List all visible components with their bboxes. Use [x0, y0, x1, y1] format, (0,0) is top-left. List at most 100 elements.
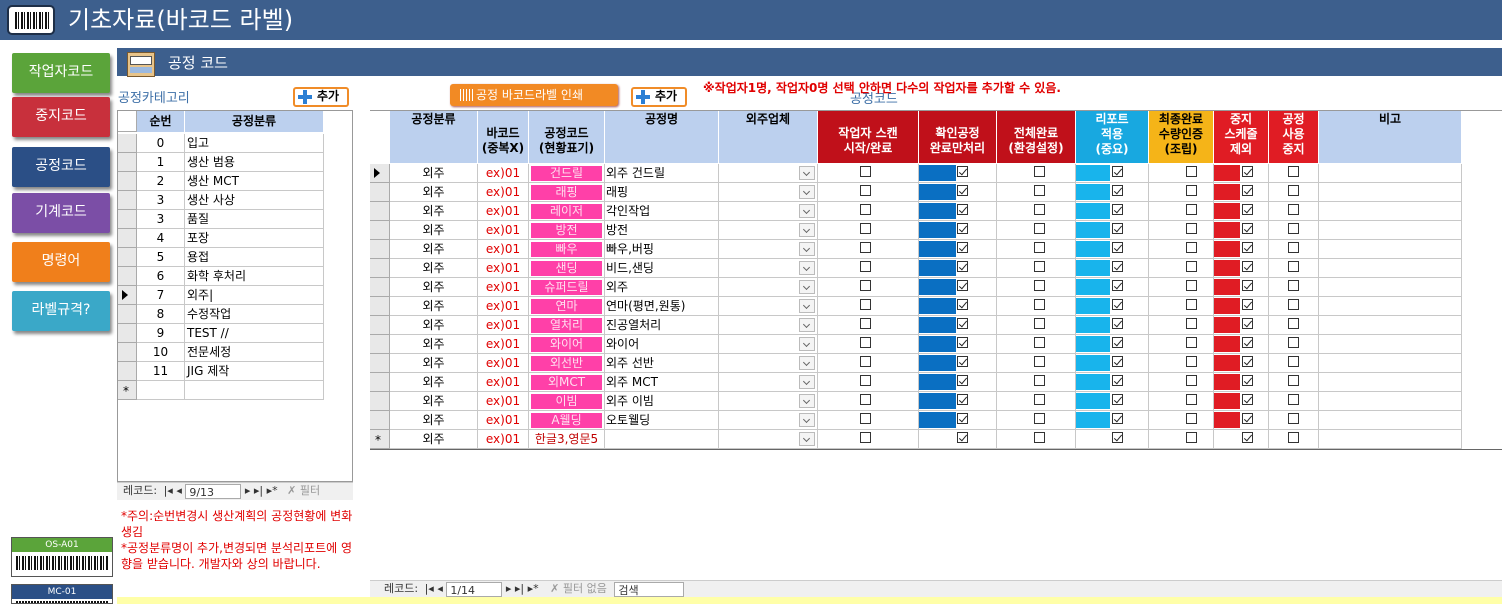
- new-row[interactable]: *: [118, 381, 324, 400]
- checkbox[interactable]: [1034, 242, 1045, 253]
- unused-cell[interactable]: [1269, 297, 1319, 316]
- category-cell[interactable]: 외주: [390, 278, 478, 297]
- row-selector[interactable]: [118, 229, 137, 248]
- category-cell[interactable]: 외주: [390, 297, 478, 316]
- chevron-down-icon[interactable]: [799, 413, 815, 427]
- all-done-cell[interactable]: [997, 392, 1076, 411]
- table-row[interactable]: 외주 ex)01 래핑 래핑: [370, 183, 1462, 202]
- report-cell[interactable]: [1076, 183, 1149, 202]
- filter-icon[interactable]: ✗: [287, 484, 296, 497]
- prev-record-icon[interactable]: ◂: [437, 582, 443, 595]
- checkbox[interactable]: [1242, 432, 1253, 443]
- checkbox[interactable]: [1186, 394, 1197, 405]
- unused-cell[interactable]: [1269, 183, 1319, 202]
- all-done-cell[interactable]: [997, 240, 1076, 259]
- category-cell[interactable]: 외주|: [185, 286, 324, 305]
- confirm-cell[interactable]: [919, 430, 997, 449]
- name-cell[interactable]: 외주 건드릴: [605, 164, 719, 183]
- checkbox[interactable]: [1112, 261, 1123, 272]
- name-cell[interactable]: 각인작업: [605, 202, 719, 221]
- table-row[interactable]: 5 용접: [118, 248, 324, 267]
- checkbox[interactable]: [1034, 375, 1045, 386]
- checkbox[interactable]: [957, 432, 968, 443]
- vendor-cell[interactable]: [719, 354, 818, 373]
- checkbox[interactable]: [1288, 337, 1299, 348]
- vendor-cell[interactable]: [719, 373, 818, 392]
- checkbox[interactable]: [1034, 204, 1045, 215]
- process-record-position[interactable]: 1/14: [446, 582, 503, 597]
- code-cell[interactable]: 외MCT: [529, 373, 605, 392]
- seq-cell[interactable]: 2: [137, 172, 185, 191]
- checkbox[interactable]: [1186, 299, 1197, 310]
- print-barcode-button[interactable]: 공정 바코드라벨 인쇄: [450, 84, 618, 106]
- scan-cell[interactable]: [818, 430, 919, 449]
- chevron-down-icon[interactable]: [799, 242, 815, 256]
- row-selector[interactable]: [118, 191, 137, 210]
- checkbox[interactable]: [1112, 166, 1123, 177]
- category-cell[interactable]: 화학 후처리: [185, 267, 324, 286]
- all-done-cell[interactable]: [997, 354, 1076, 373]
- nav-button-0[interactable]: 작업자코드: [12, 53, 110, 93]
- chevron-down-icon[interactable]: [799, 318, 815, 332]
- scan-cell[interactable]: [818, 316, 919, 335]
- code-cell[interactable]: 연마: [529, 297, 605, 316]
- checkbox[interactable]: [1242, 223, 1253, 234]
- checkbox[interactable]: [957, 299, 968, 310]
- seq-cell[interactable]: 0: [137, 134, 185, 153]
- checkbox[interactable]: [957, 261, 968, 272]
- table-row[interactable]: 외주 ex)01 이빔 외주 이빔: [370, 392, 1462, 411]
- checkbox[interactable]: [1288, 204, 1299, 215]
- vendor-cell[interactable]: [719, 411, 818, 430]
- table-row[interactable]: 4 포장: [118, 229, 324, 248]
- table-row[interactable]: 외주 ex)01 외선반 외주 선반: [370, 354, 1462, 373]
- confirm-cell[interactable]: [919, 240, 997, 259]
- vendor-cell[interactable]: [719, 316, 818, 335]
- final-cell[interactable]: [1149, 164, 1214, 183]
- nav-button-3[interactable]: 기계코드: [12, 193, 110, 233]
- code-cell[interactable]: 샌딩: [529, 259, 605, 278]
- checkbox[interactable]: [1186, 261, 1197, 272]
- checkbox[interactable]: [1186, 318, 1197, 329]
- seq-cell[interactable]: 3: [137, 210, 185, 229]
- checkbox[interactable]: [1242, 185, 1253, 196]
- seq-cell[interactable]: 1: [137, 153, 185, 172]
- vendor-cell[interactable]: [719, 221, 818, 240]
- category-cell[interactable]: 전문세정: [185, 343, 324, 362]
- checkbox[interactable]: [1242, 261, 1253, 272]
- category-cell[interactable]: 외주: [390, 316, 478, 335]
- seq-cell[interactable]: 11: [137, 362, 185, 381]
- checkbox[interactable]: [1242, 337, 1253, 348]
- prev-record-icon[interactable]: ◂: [176, 484, 182, 497]
- name-cell[interactable]: 오토웰딩: [605, 411, 719, 430]
- stop-cell[interactable]: [1214, 297, 1269, 316]
- process-add-button[interactable]: 추가: [631, 87, 687, 107]
- scan-cell[interactable]: [818, 354, 919, 373]
- all-done-cell[interactable]: [997, 373, 1076, 392]
- checkbox[interactable]: [1242, 394, 1253, 405]
- unused-cell[interactable]: [1269, 392, 1319, 411]
- row-selector[interactable]: [370, 411, 390, 430]
- row-selector[interactable]: [370, 183, 390, 202]
- category-cell[interactable]: 생산 사상: [185, 191, 324, 210]
- memo-cell[interactable]: [1319, 240, 1462, 259]
- table-row[interactable]: 1 생산 범용: [118, 153, 324, 172]
- stop-cell[interactable]: [1214, 183, 1269, 202]
- stop-cell[interactable]: [1214, 411, 1269, 430]
- name-cell[interactable]: 외주: [605, 278, 719, 297]
- row-selector[interactable]: [118, 172, 137, 191]
- all-done-cell[interactable]: [997, 278, 1076, 297]
- confirm-cell[interactable]: [919, 221, 997, 240]
- seq-cell[interactable]: 6: [137, 267, 185, 286]
- row-selector[interactable]: [118, 134, 137, 153]
- checkbox[interactable]: [1288, 185, 1299, 196]
- checkbox[interactable]: [860, 337, 871, 348]
- confirm-cell[interactable]: [919, 411, 997, 430]
- checkbox[interactable]: [1112, 375, 1123, 386]
- all-done-cell[interactable]: [997, 335, 1076, 354]
- category-cell[interactable]: 외주: [390, 354, 478, 373]
- next-record-icon[interactable]: ▸: [506, 582, 512, 595]
- checkbox[interactable]: [860, 242, 871, 253]
- checkbox[interactable]: [957, 223, 968, 234]
- nav-button-1[interactable]: 중지코드: [12, 97, 110, 137]
- row-selector[interactable]: [370, 259, 390, 278]
